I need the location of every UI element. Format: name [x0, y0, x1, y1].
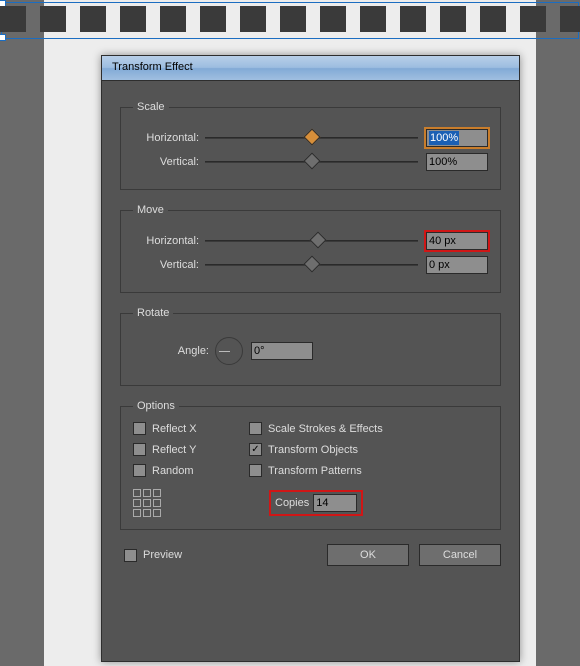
reflect-y-checkbox[interactable]: Reflect Y [133, 443, 245, 456]
copies-input[interactable]: 14 [313, 494, 357, 512]
pattern-squares [0, 6, 580, 31]
move-v-input[interactable]: 0 px [426, 256, 488, 274]
scale-group: Scale Horizontal: 100% Vertical: 100 [120, 101, 501, 190]
random-checkbox[interactable]: Random [133, 464, 245, 477]
scale-strokes-label: Scale Strokes & Effects [268, 423, 383, 435]
move-h-label: Horizontal: [133, 235, 205, 247]
checkbox-icon [133, 464, 146, 477]
checkbox-icon [249, 464, 262, 477]
move-h-input[interactable]: 40 px [426, 232, 488, 250]
checkbox-checked-icon: ✓ [249, 443, 262, 456]
transform-objects-checkbox[interactable]: ✓ Transform Objects [249, 443, 488, 456]
transform-patterns-checkbox[interactable]: Transform Patterns [249, 464, 488, 477]
checkbox-icon [124, 549, 137, 562]
reflect-x-label: Reflect X [152, 423, 197, 435]
rotate-legend: Rotate [133, 307, 173, 319]
angle-label: Angle: [133, 345, 215, 357]
cancel-button[interactable]: Cancel [419, 544, 501, 566]
move-v-label: Vertical: [133, 259, 205, 271]
checkbox-icon [133, 443, 146, 456]
reflect-x-checkbox[interactable]: Reflect X [133, 422, 245, 435]
scale-v-input[interactable]: 100% [426, 153, 488, 171]
scale-v-label: Vertical: [133, 156, 205, 168]
transform-objects-label: Transform Objects [268, 444, 358, 456]
dialog-title[interactable]: Transform Effect [102, 56, 519, 81]
checkbox-icon [133, 422, 146, 435]
move-group: Move Horizontal: 40 px Vertical: 0 p [120, 204, 501, 293]
rotate-group: Rotate Angle: 0° [120, 307, 501, 386]
transform-patterns-label: Transform Patterns [268, 465, 362, 477]
scale-strokes-checkbox[interactable]: Scale Strokes & Effects [249, 422, 488, 435]
anchor-grid[interactable] [133, 489, 161, 517]
copies-label: Copies [275, 497, 309, 509]
options-legend: Options [133, 400, 179, 412]
options-group: Options Reflect X Scale Strokes & Effect… [120, 400, 501, 530]
preview-checkbox[interactable]: Preview [124, 549, 182, 562]
move-h-slider[interactable] [205, 233, 418, 249]
move-legend: Move [133, 204, 168, 216]
scale-h-label: Horizontal: [133, 132, 205, 144]
selection-handle-bl[interactable] [0, 34, 6, 41]
move-v-slider[interactable] [205, 257, 418, 273]
reflect-y-label: Reflect Y [152, 444, 196, 456]
preview-label: Preview [143, 549, 182, 561]
scale-v-slider[interactable] [205, 154, 418, 170]
angle-dial[interactable] [215, 337, 243, 365]
scale-h-slider[interactable] [205, 130, 418, 146]
random-label: Random [152, 465, 194, 477]
transform-effect-dialog: Transform Effect Scale Horizontal: 100% … [101, 55, 520, 662]
ok-button[interactable]: OK [327, 544, 409, 566]
angle-input[interactable]: 0° [251, 342, 313, 360]
copies-field[interactable]: Copies 14 [271, 492, 361, 514]
scale-h-input[interactable]: 100% [426, 129, 488, 147]
checkbox-icon [249, 422, 262, 435]
scale-legend: Scale [133, 101, 169, 113]
